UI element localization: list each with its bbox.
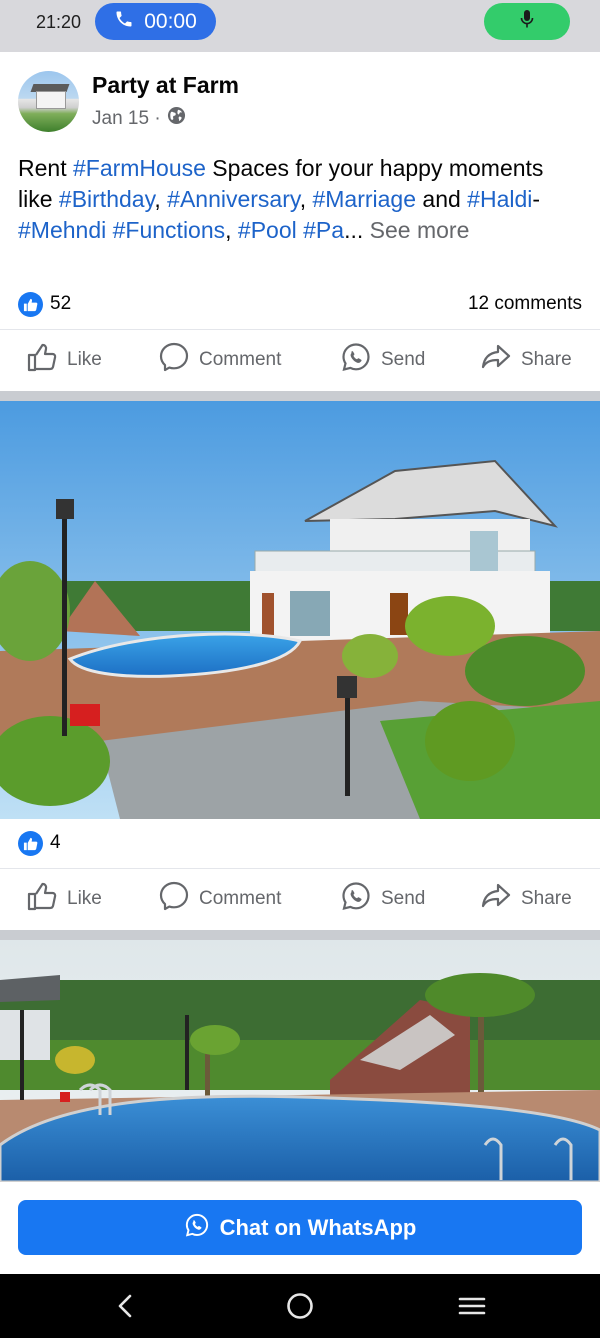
reactions-row[interactable]: 52 12 comments bbox=[18, 290, 582, 318]
status-time: 21:20 bbox=[36, 12, 82, 32]
post-date: Jan 15 · bbox=[92, 106, 186, 131]
comment-bubble-icon bbox=[158, 341, 190, 379]
home-icon[interactable] bbox=[284, 1290, 316, 1322]
like-button[interactable]: Like bbox=[26, 868, 102, 930]
page-avatar[interactable] bbox=[18, 71, 79, 132]
hashtag-link[interactable]: #Pool bbox=[238, 217, 297, 243]
comment-button[interactable]: Comment bbox=[158, 329, 281, 391]
hashtag-link[interactable]: #Mehndi bbox=[18, 217, 106, 243]
ongoing-call-pill[interactable]: 00:00 bbox=[95, 3, 216, 40]
post-photo-villa[interactable] bbox=[0, 401, 600, 819]
hashtag-link[interactable]: #Anniversary bbox=[167, 186, 300, 212]
call-timer: 00:00 bbox=[144, 9, 197, 33]
photo-reactions-row[interactable]: 4 bbox=[18, 829, 582, 857]
reaction-count: 52 bbox=[50, 293, 72, 314]
page-name[interactable]: Party at Farm bbox=[92, 72, 239, 99]
see-more-link[interactable]: See more bbox=[363, 217, 470, 243]
phone-icon bbox=[114, 9, 134, 35]
whatsapp-icon bbox=[340, 341, 372, 379]
share-arrow-icon bbox=[480, 880, 512, 918]
post-separator bbox=[0, 930, 600, 940]
back-icon[interactable] bbox=[110, 1290, 142, 1322]
globe-icon bbox=[167, 106, 186, 131]
post-date-label: Jan 15 · bbox=[92, 107, 161, 129]
chat-on-whatsapp-label: Chat on WhatsApp bbox=[219, 1214, 417, 1240]
like-reaction-icon bbox=[18, 291, 43, 317]
comment-label: Comment bbox=[199, 349, 282, 370]
action-bar: Like Comment Send Share bbox=[0, 329, 600, 391]
send-button[interactable]: Send bbox=[340, 329, 425, 391]
microphone-pill[interactable] bbox=[484, 3, 570, 40]
whatsapp-icon bbox=[184, 1212, 210, 1244]
like-label: Like bbox=[67, 349, 102, 370]
hashtag-link[interactable]: #Pa bbox=[303, 217, 344, 243]
share-label: Share bbox=[521, 349, 572, 370]
reaction-count: 4 bbox=[50, 832, 61, 853]
hashtag-link[interactable]: #FarmHouse bbox=[73, 155, 206, 181]
status-bar: 21:20 00:00 bbox=[0, 0, 600, 52]
microphone-icon bbox=[520, 10, 534, 33]
cta-bar: Chat on WhatsApp bbox=[0, 1182, 600, 1274]
photo-action-bar: Like Comment Send Share bbox=[0, 868, 600, 930]
share-button[interactable]: Share bbox=[480, 868, 572, 930]
comment-bubble-icon bbox=[158, 880, 190, 918]
system-navigation-bar bbox=[0, 1274, 600, 1338]
hashtag-link[interactable]: #Birthday bbox=[59, 186, 154, 212]
like-label: Like bbox=[67, 888, 102, 909]
comments-count[interactable]: 12 comments bbox=[468, 293, 582, 315]
thumbs-up-icon bbox=[26, 880, 58, 918]
comment-label: Comment bbox=[199, 888, 282, 909]
hashtag-link[interactable]: #Marriage bbox=[312, 186, 416, 212]
post-photo-pool[interactable] bbox=[0, 940, 600, 1182]
share-label: Share bbox=[521, 888, 572, 909]
menu-icon[interactable] bbox=[456, 1290, 488, 1322]
post-separator bbox=[0, 391, 600, 401]
like-button[interactable]: Like bbox=[26, 329, 102, 391]
whatsapp-icon bbox=[340, 880, 372, 918]
share-arrow-icon bbox=[480, 341, 512, 379]
send-label: Send bbox=[381, 888, 426, 909]
thumbs-up-icon bbox=[26, 341, 58, 379]
share-button[interactable]: Share bbox=[480, 329, 572, 391]
hashtag-link[interactable]: #Haldi bbox=[467, 186, 532, 212]
chat-on-whatsapp-button[interactable]: Chat on WhatsApp bbox=[18, 1200, 582, 1255]
hashtag-link[interactable]: #Functions bbox=[113, 217, 226, 243]
post-text: Rent #FarmHouse Spaces for your happy mo… bbox=[18, 155, 544, 243]
comment-button[interactable]: Comment bbox=[158, 868, 281, 930]
send-label: Send bbox=[381, 349, 426, 370]
like-reaction-icon bbox=[18, 830, 43, 856]
send-button[interactable]: Send bbox=[340, 868, 425, 930]
